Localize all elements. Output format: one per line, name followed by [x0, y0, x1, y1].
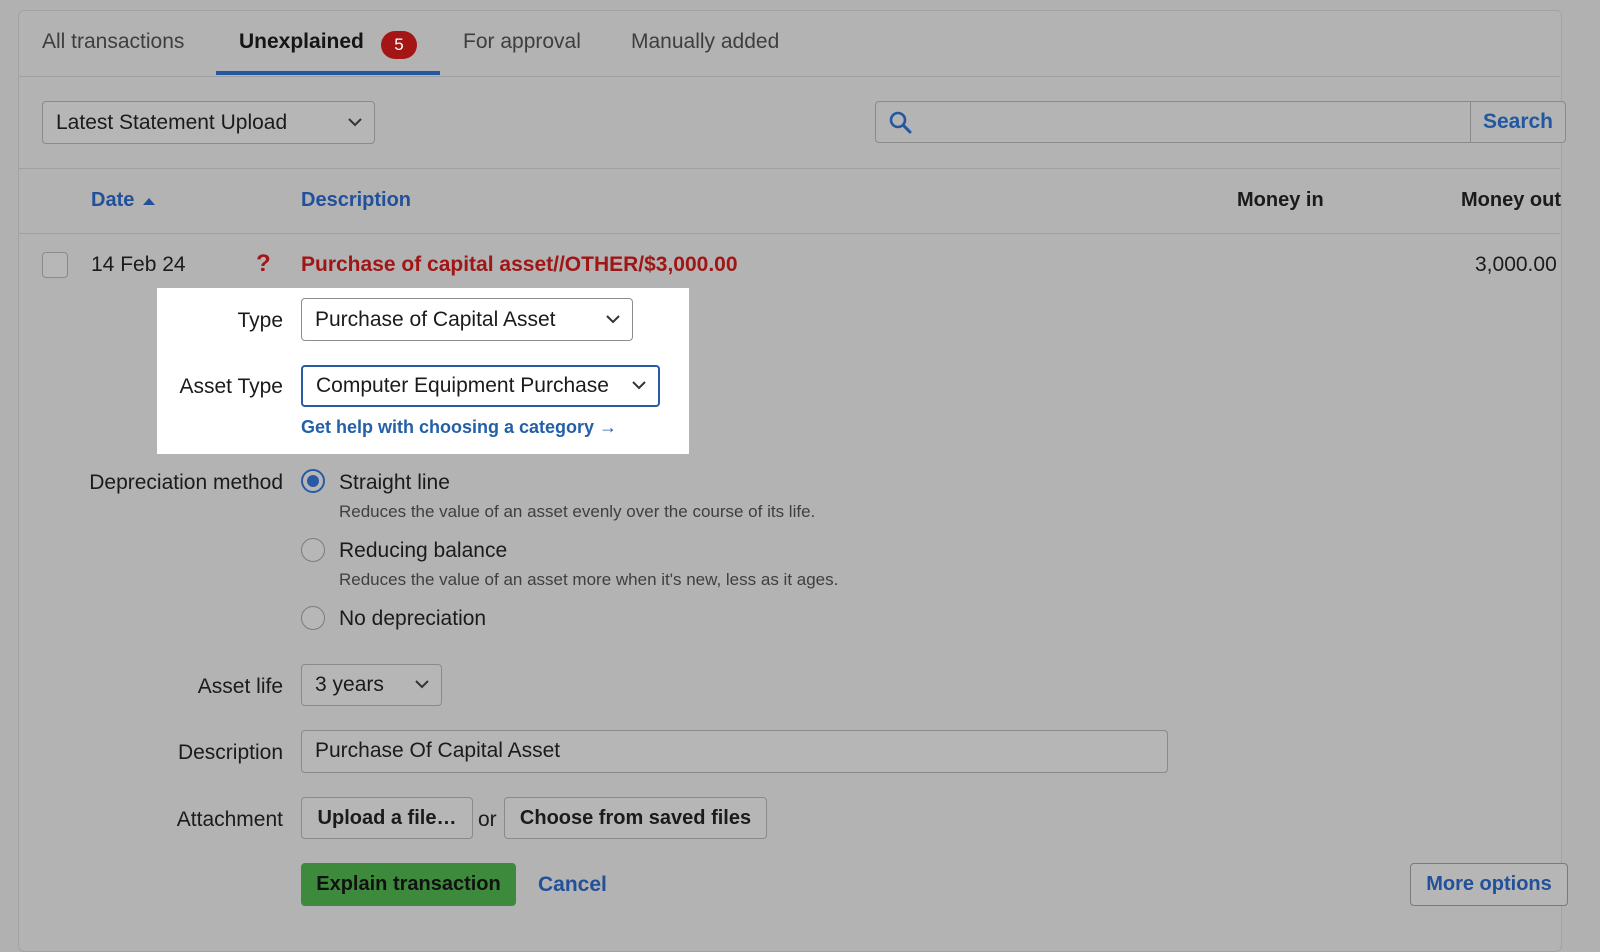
more-options-button[interactable]: More options	[1410, 863, 1568, 906]
asset-life-select[interactable]: 3 years	[301, 664, 442, 706]
sort-ascending-icon	[142, 198, 155, 205]
category-help-link[interactable]: Get help with choosing a category →	[301, 417, 617, 438]
transaction-date: 14 Feb 24	[91, 253, 186, 276]
asset-life-value: 3 years	[315, 673, 384, 696]
description-input[interactable]: Purchase Of Capital Asset	[301, 730, 1168, 773]
type-select-value: Purchase of Capital Asset	[315, 308, 556, 331]
asset-life-label: Asset life	[197, 675, 283, 698]
unexplained-question-icon: ?	[256, 250, 271, 277]
tab-manually-added[interactable]: Manually added	[631, 30, 779, 54]
reducing-balance-hint: Reduces the value of an asset more when …	[339, 570, 839, 589]
choose-saved-files-button[interactable]: Choose from saved files	[504, 797, 767, 839]
transaction-description: Purchase of capital asset//OTHER/$3,000.…	[301, 253, 738, 276]
search-button[interactable]: Search	[1470, 102, 1565, 142]
asset-type-label: Asset Type	[179, 375, 283, 398]
search-icon	[889, 111, 912, 134]
search-input[interactable]: Search	[875, 101, 1566, 143]
chevron-down-icon	[415, 680, 429, 689]
tabs-divider	[19, 76, 1560, 77]
radio-straight-line[interactable]	[301, 469, 325, 493]
column-header-money-out: Money out	[1461, 189, 1561, 211]
column-header-description[interactable]: Description	[301, 189, 411, 212]
straight-line-label[interactable]: Straight line	[339, 471, 450, 495]
asset-type-select[interactable]: Computer Equipment Purchase	[301, 365, 660, 407]
reducing-balance-label[interactable]: Reducing balance	[339, 539, 507, 563]
header-divider	[19, 233, 1560, 234]
statement-filter-value: Latest Statement Upload	[56, 111, 288, 134]
type-label: Type	[237, 309, 283, 332]
tab-all-transactions[interactable]: All transactions	[42, 30, 184, 54]
or-separator: or	[478, 808, 497, 831]
no-depreciation-label[interactable]: No depreciation	[339, 607, 486, 631]
radio-reducing-balance[interactable]	[301, 538, 325, 562]
description-label: Description	[177, 741, 283, 764]
tab-for-approval[interactable]: For approval	[463, 30, 581, 54]
chevron-down-icon	[606, 314, 620, 323]
radio-no-depreciation[interactable]	[301, 606, 325, 630]
asset-type-select-value: Computer Equipment Purchase	[316, 374, 609, 397]
type-select[interactable]: Purchase of Capital Asset	[301, 298, 633, 341]
column-header-date[interactable]: Date	[91, 189, 156, 212]
depreciation-method-label: Depreciation method	[89, 471, 283, 494]
upload-file-button[interactable]: Upload a file…	[301, 797, 473, 839]
straight-line-hint: Reduces the value of an asset evenly ove…	[339, 502, 816, 521]
chevron-down-icon	[348, 117, 362, 126]
chevron-down-icon	[632, 381, 646, 390]
cancel-link[interactable]: Cancel	[538, 873, 607, 897]
statement-filter-select[interactable]: Latest Statement Upload	[42, 101, 375, 144]
active-tab-indicator	[216, 71, 440, 75]
unexplained-count-badge: 5	[381, 31, 417, 59]
transaction-checkbox[interactable]	[42, 252, 68, 278]
transaction-money-out: 3,000.00	[1475, 253, 1557, 276]
explain-transaction-button[interactable]: Explain transaction	[301, 863, 516, 906]
date-header-label: Date	[91, 189, 135, 211]
attachment-label: Attachment	[176, 808, 283, 831]
tab-unexplained[interactable]: Unexplained	[239, 30, 364, 54]
column-header-money-in: Money in	[1237, 189, 1324, 211]
toolbar-divider	[19, 168, 1560, 169]
